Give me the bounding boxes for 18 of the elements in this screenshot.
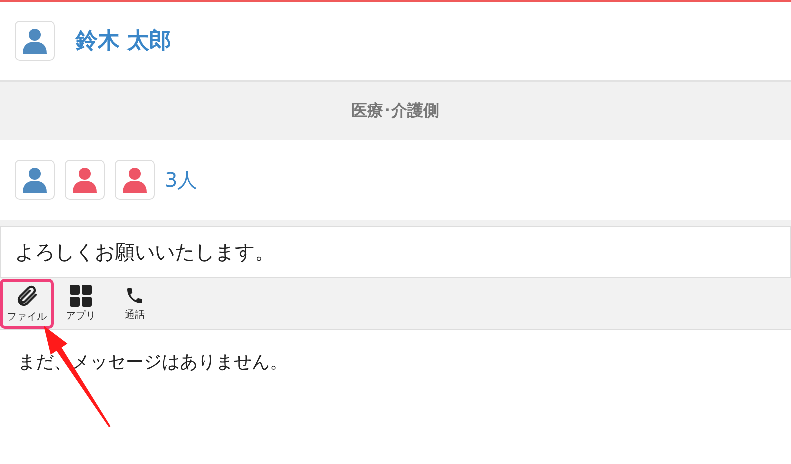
message-input[interactable]: よろしくお願いいたします。	[0, 226, 791, 278]
member-avatar[interactable]	[15, 160, 55, 200]
phone-icon	[125, 286, 145, 306]
person-icon	[23, 28, 47, 54]
member-count[interactable]: 3人	[165, 166, 198, 194]
grid-icon	[70, 284, 92, 306]
member-avatar[interactable]	[65, 160, 105, 200]
toolbar-button[interactable]: 通話	[108, 278, 162, 328]
person-icon	[23, 167, 47, 193]
user-name: 鈴木 太郎	[76, 28, 172, 56]
paperclip-icon	[15, 284, 39, 308]
person-icon	[123, 167, 147, 193]
toolbar-button[interactable]: アプリ	[54, 278, 108, 328]
member-avatar[interactable]	[115, 160, 155, 200]
section-title: 医療･介護側	[352, 100, 440, 122]
toolbar-button[interactable]: ファイル	[0, 278, 54, 328]
empty-message: まだ、メッセージはありません。	[18, 352, 288, 373]
person-icon	[73, 167, 97, 193]
